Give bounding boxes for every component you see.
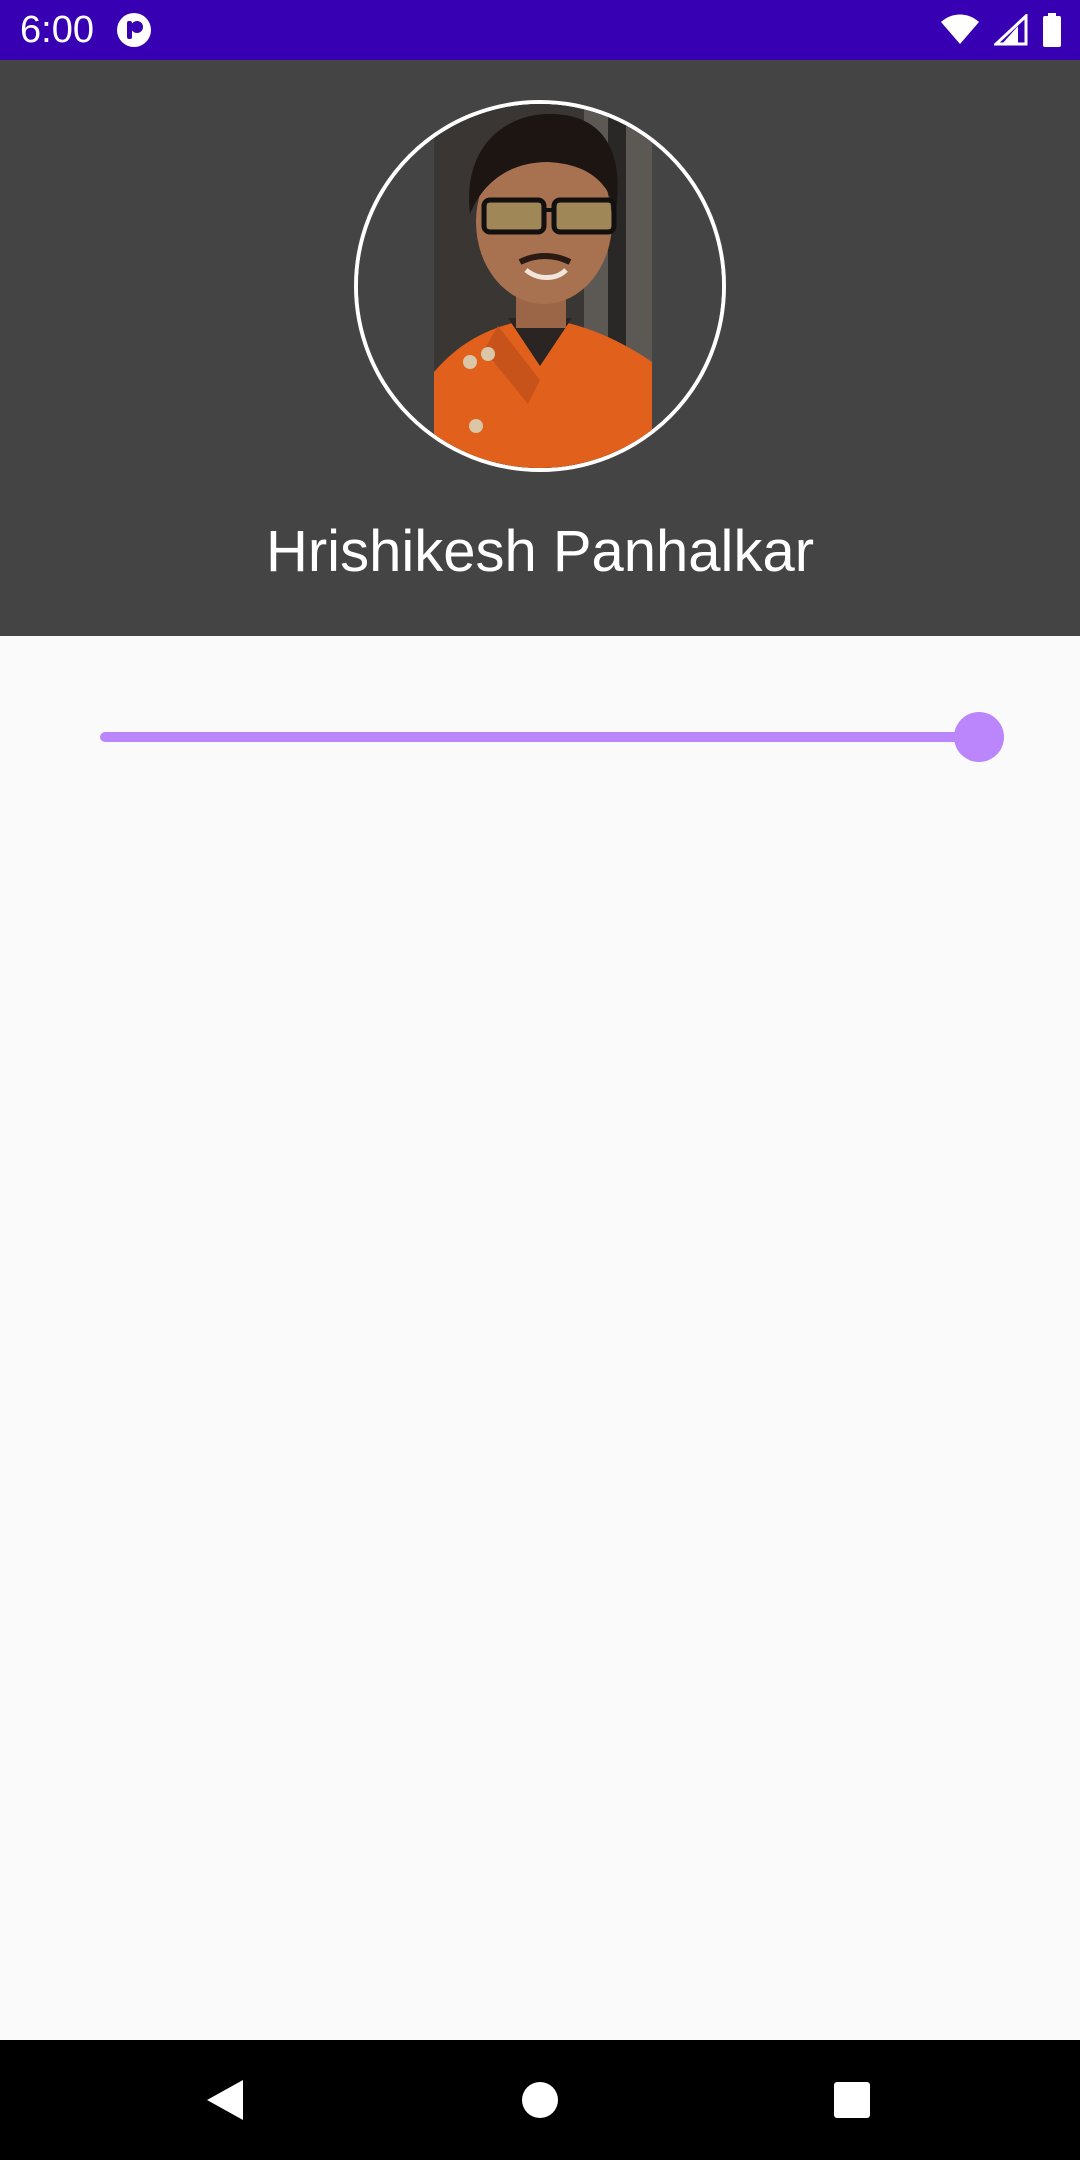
battery-icon <box>1042 13 1062 47</box>
app-notification-icon <box>116 12 152 48</box>
profile-name: Hrishikesh Panhalkar <box>265 519 815 584</box>
signal-icon <box>994 14 1028 46</box>
back-icon <box>207 2080 243 2120</box>
status-time: 6:00 <box>20 9 94 51</box>
home-button[interactable] <box>510 2070 570 2130</box>
slider-thumb[interactable] <box>954 712 1004 762</box>
back-button[interactable] <box>195 2070 255 2130</box>
slider[interactable] <box>96 700 1004 776</box>
home-icon <box>522 2082 558 2118</box>
wifi-icon <box>940 14 980 46</box>
slider-track[interactable] <box>100 732 979 742</box>
screen: 6:00 Hrishikesh Panhalkar <box>0 0 1080 2160</box>
recents-icon <box>834 2082 870 2118</box>
profile-photo-icon <box>358 104 722 468</box>
avatar[interactable] <box>354 100 726 472</box>
recents-button[interactable] <box>822 2070 882 2130</box>
status-bar: 6:00 <box>0 0 1080 60</box>
profile-header: Hrishikesh Panhalkar <box>0 60 1080 636</box>
status-icons <box>940 12 1062 48</box>
navigation-bar <box>0 2040 1080 2160</box>
